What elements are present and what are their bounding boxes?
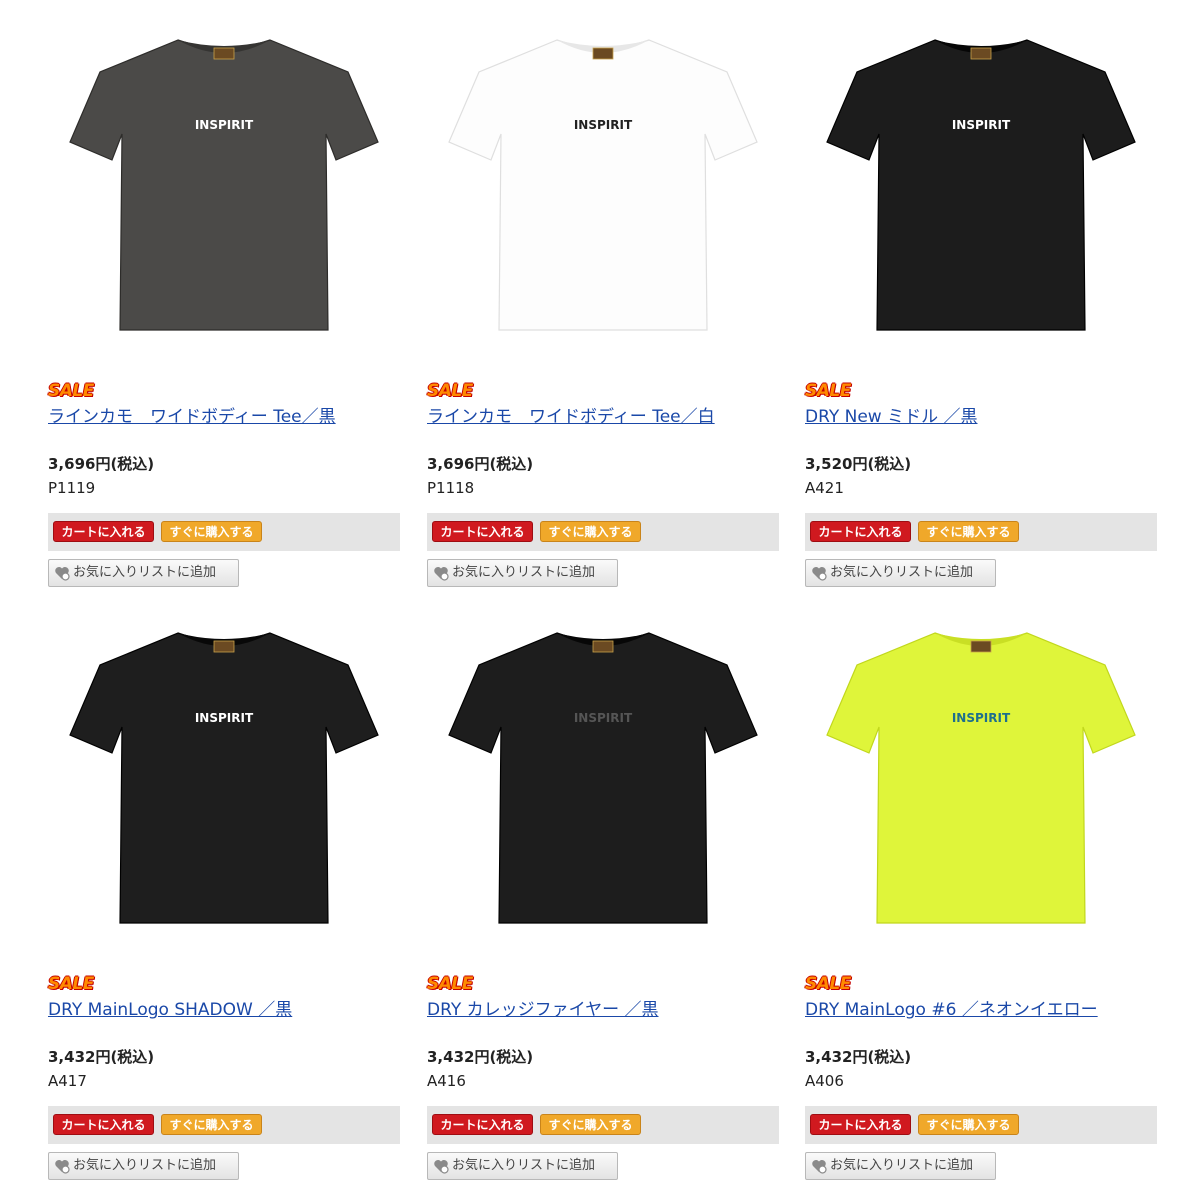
product-price: 3,432円(税込) bbox=[427, 1048, 534, 1066]
purchase-button-bar: カートに入れる すぐに購入する bbox=[48, 513, 400, 551]
chest-logo: INSPIRIT bbox=[195, 118, 254, 132]
product-name-link[interactable]: DRY MainLogo #6 ／ネオンイエロー bbox=[805, 998, 1157, 1022]
tshirt-image: INSPIRIT bbox=[826, 632, 1136, 924]
purchase-button-bar: カートに入れる すぐに購入する bbox=[805, 1106, 1157, 1144]
neck-label bbox=[592, 47, 614, 60]
sale-badge: SALE bbox=[48, 381, 94, 401]
product-image[interactable]: INSPIRIT bbox=[48, 615, 400, 955]
chest-logo: INSPIRIT bbox=[952, 711, 1011, 725]
sale-badge: SALE bbox=[805, 381, 851, 401]
product-price: 3,696円(税込) bbox=[48, 455, 155, 473]
sale-badge: SALE bbox=[805, 974, 851, 994]
product-price: 3,696円(税込) bbox=[427, 455, 534, 473]
heart-icon bbox=[434, 1160, 449, 1174]
tshirt-body bbox=[826, 39, 1136, 331]
purchase-button-bar: カートに入れる すぐに購入する bbox=[805, 513, 1157, 551]
product-name-link[interactable]: DRY MainLogo SHADOW ／黒 bbox=[48, 998, 400, 1022]
add-to-cart-button[interactable]: カートに入れる bbox=[432, 1114, 533, 1135]
add-to-cart-button[interactable]: カートに入れる bbox=[432, 521, 533, 542]
product-code: A417 bbox=[48, 1072, 87, 1090]
product-image[interactable]: INSPIRIT bbox=[48, 22, 400, 362]
tshirt-body bbox=[69, 39, 379, 331]
add-to-cart-button[interactable]: カートに入れる bbox=[810, 1114, 911, 1135]
neck-label bbox=[970, 640, 992, 653]
favorites-label: お気に入りリストに追加 bbox=[830, 1158, 974, 1173]
buy-now-button[interactable]: すぐに購入する bbox=[540, 1114, 641, 1135]
add-to-favorites-button[interactable]: お気に入りリストに追加 bbox=[427, 1152, 618, 1180]
product-code: A421 bbox=[805, 479, 844, 497]
product-name-link[interactable]: ラインカモ ワイドボディー Tee／白 bbox=[427, 405, 779, 429]
product-code: A416 bbox=[427, 1072, 466, 1090]
heart-icon bbox=[812, 567, 827, 581]
buy-now-button[interactable]: すぐに購入する bbox=[918, 521, 1019, 542]
buy-now-button[interactable]: すぐに購入する bbox=[540, 521, 641, 542]
product-price: 3,432円(税込) bbox=[48, 1048, 155, 1066]
product-code: P1119 bbox=[48, 479, 96, 497]
product-grid: INSPIRIT SALE ラインカモ ワイドボディー Tee／黒 3,696円… bbox=[0, 0, 1200, 1186]
heart-icon bbox=[812, 1160, 827, 1174]
product-name-link[interactable]: DRY New ミドル ／黒 bbox=[805, 405, 1157, 429]
tshirt-body bbox=[69, 632, 379, 924]
product-price: 3,520円(税込) bbox=[805, 455, 912, 473]
product-code: A406 bbox=[805, 1072, 844, 1090]
product-image[interactable]: INSPIRIT bbox=[427, 615, 779, 955]
sale-badge: SALE bbox=[427, 381, 473, 401]
purchase-button-bar: カートに入れる すぐに購入する bbox=[48, 1106, 400, 1144]
favorites-label: お気に入りリストに追加 bbox=[73, 1158, 217, 1173]
buy-now-button[interactable]: すぐに購入する bbox=[918, 1114, 1019, 1135]
heart-icon bbox=[55, 567, 70, 581]
product-price: 3,432円(税込) bbox=[805, 1048, 912, 1066]
add-to-cart-button[interactable]: カートに入れる bbox=[53, 521, 154, 542]
product-name-link[interactable]: ラインカモ ワイドボディー Tee／黒 bbox=[48, 405, 400, 429]
buy-now-button[interactable]: すぐに購入する bbox=[161, 1114, 262, 1135]
chest-logo: INSPIRIT bbox=[952, 118, 1011, 132]
chest-logo: INSPIRIT bbox=[195, 711, 254, 725]
heart-icon bbox=[55, 1160, 70, 1174]
add-to-cart-button[interactable]: カートに入れる bbox=[53, 1114, 154, 1135]
neck-label bbox=[970, 47, 992, 60]
add-to-cart-button[interactable]: カートに入れる bbox=[810, 521, 911, 542]
product-image[interactable]: INSPIRIT bbox=[805, 615, 1157, 955]
product-image[interactable]: INSPIRIT bbox=[427, 22, 779, 362]
favorites-label: お気に入りリストに追加 bbox=[830, 565, 974, 580]
tshirt-image: INSPIRIT bbox=[826, 39, 1136, 331]
chest-logo: INSPIRIT bbox=[574, 711, 633, 725]
tshirt-body bbox=[448, 39, 758, 331]
tshirt-image: INSPIRIT bbox=[69, 632, 379, 924]
favorites-label: お気に入りリストに追加 bbox=[452, 1158, 596, 1173]
add-to-favorites-button[interactable]: お気に入りリストに追加 bbox=[805, 1152, 996, 1180]
neck-label bbox=[213, 640, 235, 653]
add-to-favorites-button[interactable]: お気に入りリストに追加 bbox=[48, 559, 239, 587]
product-name-link[interactable]: DRY カレッジファイヤー ／黒 bbox=[427, 998, 779, 1022]
neck-label bbox=[592, 640, 614, 653]
tshirt-body bbox=[448, 632, 758, 924]
favorites-label: お気に入りリストに追加 bbox=[73, 565, 217, 580]
purchase-button-bar: カートに入れる すぐに購入する bbox=[427, 1106, 779, 1144]
buy-now-button[interactable]: すぐに購入する bbox=[161, 521, 262, 542]
tshirt-image: INSPIRIT bbox=[448, 632, 758, 924]
purchase-button-bar: カートに入れる すぐに購入する bbox=[427, 513, 779, 551]
product-code: P1118 bbox=[427, 479, 475, 497]
sale-badge: SALE bbox=[427, 974, 473, 994]
add-to-favorites-button[interactable]: お気に入りリストに追加 bbox=[805, 559, 996, 587]
chest-logo: INSPIRIT bbox=[574, 118, 633, 132]
heart-icon bbox=[434, 567, 449, 581]
neck-label bbox=[213, 47, 235, 60]
tshirt-image: INSPIRIT bbox=[448, 39, 758, 331]
add-to-favorites-button[interactable]: お気に入りリストに追加 bbox=[48, 1152, 239, 1180]
favorites-label: お気に入りリストに追加 bbox=[452, 565, 596, 580]
product-image[interactable]: INSPIRIT bbox=[805, 22, 1157, 362]
tshirt-image: INSPIRIT bbox=[69, 39, 379, 331]
sale-badge: SALE bbox=[48, 974, 94, 994]
tshirt-body bbox=[826, 632, 1136, 924]
add-to-favorites-button[interactable]: お気に入りリストに追加 bbox=[427, 559, 618, 587]
